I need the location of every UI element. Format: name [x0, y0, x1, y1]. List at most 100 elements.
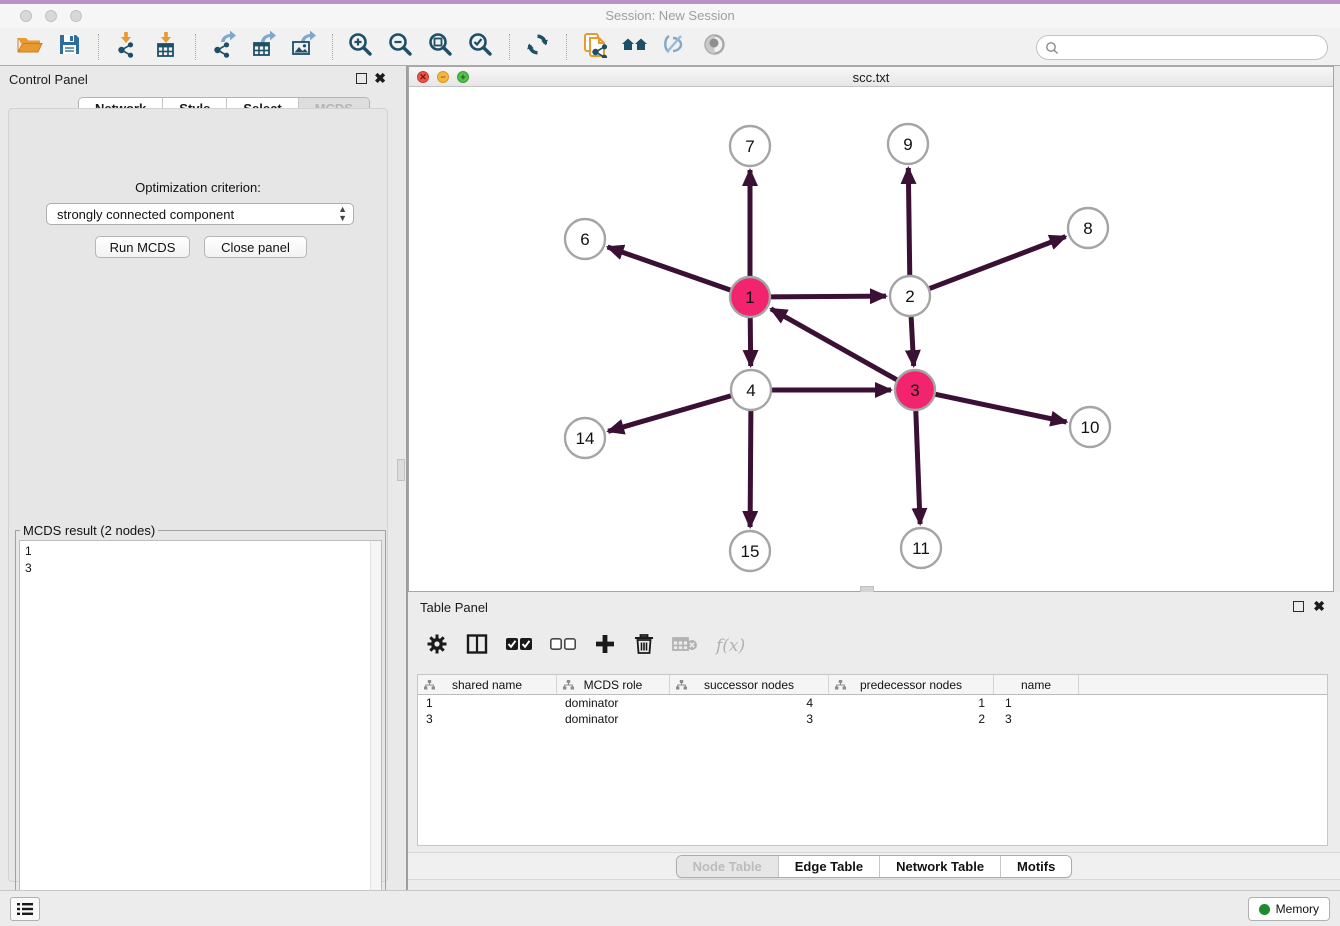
- node-7[interactable]: 7: [730, 126, 770, 166]
- node-10[interactable]: 10: [1070, 407, 1110, 447]
- column-manager-button[interactable]: [466, 633, 488, 660]
- table-cell[interactable]: dominator: [557, 711, 670, 727]
- node-6[interactable]: 6: [565, 219, 605, 259]
- table-cell[interactable]: dominator: [557, 695, 670, 711]
- table-cell[interactable]: 1: [829, 695, 994, 711]
- optimization-criterion-select[interactable]: strongly connected component ▲▼: [46, 203, 354, 225]
- delete-column-button[interactable]: [634, 633, 654, 660]
- tab-network-table[interactable]: Network Table: [879, 856, 1000, 877]
- table-cell[interactable]: 1: [418, 695, 557, 711]
- column-header-MCDS-role[interactable]: MCDS role: [557, 675, 670, 694]
- network-window-titlebar[interactable]: ✕ − + scc.txt: [409, 67, 1333, 87]
- import-table-icon: [153, 31, 180, 63]
- toolbar-separator: [509, 34, 510, 60]
- run-mcds-button[interactable]: Run MCDS: [95, 236, 190, 258]
- vertical-splitter[interactable]: [396, 66, 408, 890]
- edge-1-2[interactable]: [768, 296, 886, 297]
- column-header-shared-name[interactable]: shared name: [418, 675, 557, 694]
- show-hide-button[interactable]: [697, 31, 731, 63]
- table-cell[interactable]: 2: [829, 711, 994, 727]
- select-all-rows-button[interactable]: [506, 636, 532, 657]
- node-9[interactable]: 9: [888, 124, 928, 164]
- edge-3-11[interactable]: [916, 408, 920, 524]
- edge-2-8[interactable]: [927, 237, 1066, 290]
- network-canvas[interactable]: 7 9 6 8 1 2 4 3 14 10 15 11: [409, 87, 1333, 591]
- search-input[interactable]: [1064, 41, 1327, 55]
- zoom-selected-button[interactable]: [463, 31, 497, 63]
- edge-1-6[interactable]: [608, 247, 733, 291]
- table-cell[interactable]: 3: [418, 711, 557, 727]
- node-14[interactable]: 14: [565, 418, 605, 458]
- column-header-name[interactable]: name: [994, 675, 1079, 694]
- edge-3-10[interactable]: [933, 394, 1067, 422]
- add-column-button[interactable]: [594, 633, 616, 660]
- node-4[interactable]: 4: [731, 370, 771, 410]
- zoom-out-button[interactable]: [383, 31, 417, 63]
- import-table-button[interactable]: [149, 31, 183, 63]
- function-builder-button: f(x): [716, 636, 745, 656]
- tab-motifs[interactable]: Motifs: [1000, 856, 1071, 877]
- delete-table-icon: [672, 635, 698, 658]
- clone-network-button[interactable]: [577, 31, 611, 63]
- float-panel-icon[interactable]: [356, 73, 367, 84]
- node-2[interactable]: 2: [890, 276, 930, 316]
- export-image-button[interactable]: [286, 31, 320, 63]
- node-label: 14: [576, 429, 595, 448]
- table-row[interactable]: 3dominator323: [418, 711, 1327, 727]
- tree-hierarchy-icon: [424, 680, 435, 690]
- node-1[interactable]: 1: [730, 277, 770, 317]
- table-settings-icon: [426, 633, 448, 660]
- zoom-in-button[interactable]: [343, 31, 377, 63]
- first-neighbors-button[interactable]: [617, 31, 651, 63]
- column-header-successor-nodes[interactable]: successor nodes: [670, 675, 829, 694]
- table-row[interactable]: 1dominator411: [418, 695, 1327, 711]
- table-cell[interactable]: 1: [994, 695, 1079, 711]
- add-column-icon: [594, 633, 616, 660]
- task-history-button[interactable]: [10, 897, 40, 921]
- result-scrollbar[interactable]: [370, 541, 381, 906]
- column-header-predecessor-nodes[interactable]: predecessor nodes: [829, 675, 994, 694]
- table-cell[interactable]: 4: [670, 695, 829, 711]
- edge-3-1[interactable]: [771, 309, 899, 381]
- save-session-button[interactable]: [52, 31, 86, 63]
- node-3[interactable]: 3: [895, 370, 935, 410]
- tab-edge-table[interactable]: Edge Table: [778, 856, 879, 877]
- column-label: MCDS role: [584, 678, 643, 692]
- memory-button[interactable]: Memory: [1248, 897, 1330, 921]
- close-table-panel-icon[interactable]: ✖: [1313, 598, 1325, 614]
- table-toolbar: f(x): [426, 630, 745, 662]
- edge-2-3[interactable]: [911, 314, 914, 366]
- export-network-button[interactable]: [206, 31, 240, 63]
- node-11[interactable]: 11: [901, 528, 941, 568]
- float-table-panel-icon[interactable]: [1293, 601, 1304, 612]
- column-label: name: [1021, 678, 1051, 692]
- close-panel-button[interactable]: Close panel: [204, 236, 307, 258]
- zoom-fit-button[interactable]: [423, 31, 457, 63]
- edge-4-15[interactable]: [750, 408, 751, 527]
- edge-2-9[interactable]: [908, 168, 910, 278]
- vertical-splitter-handle[interactable]: [397, 459, 405, 481]
- graphics-details-button[interactable]: [657, 31, 691, 63]
- deselect-all-rows-button[interactable]: [550, 636, 576, 657]
- import-network-icon: [113, 31, 140, 63]
- export-table-button[interactable]: [246, 31, 280, 63]
- first-neighbors-icon: [621, 31, 648, 63]
- column-label: successor nodes: [704, 678, 794, 692]
- node-label: 8: [1083, 219, 1092, 238]
- close-panel-icon[interactable]: ✖: [374, 70, 386, 86]
- tree-hierarchy-icon: [835, 680, 846, 690]
- table-settings-button[interactable]: [426, 633, 448, 660]
- node-8[interactable]: 8: [1068, 208, 1108, 248]
- search-box[interactable]: [1036, 35, 1328, 60]
- tab-node-table[interactable]: Node Table: [677, 856, 778, 877]
- apply-layout-button[interactable]: [520, 31, 554, 63]
- table-cell[interactable]: 3: [994, 711, 1079, 727]
- mcds-result-textarea[interactable]: 13: [19, 540, 382, 907]
- node-15[interactable]: 15: [730, 531, 770, 571]
- edge-4-14[interactable]: [608, 395, 734, 431]
- import-network-button[interactable]: [109, 31, 143, 63]
- table-cell[interactable]: 3: [670, 711, 829, 727]
- open-file-button[interactable]: [12, 31, 46, 63]
- edge-1-4[interactable]: [750, 315, 751, 366]
- table-tabs: Node TableEdge TableNetwork TableMotifs: [676, 855, 1073, 878]
